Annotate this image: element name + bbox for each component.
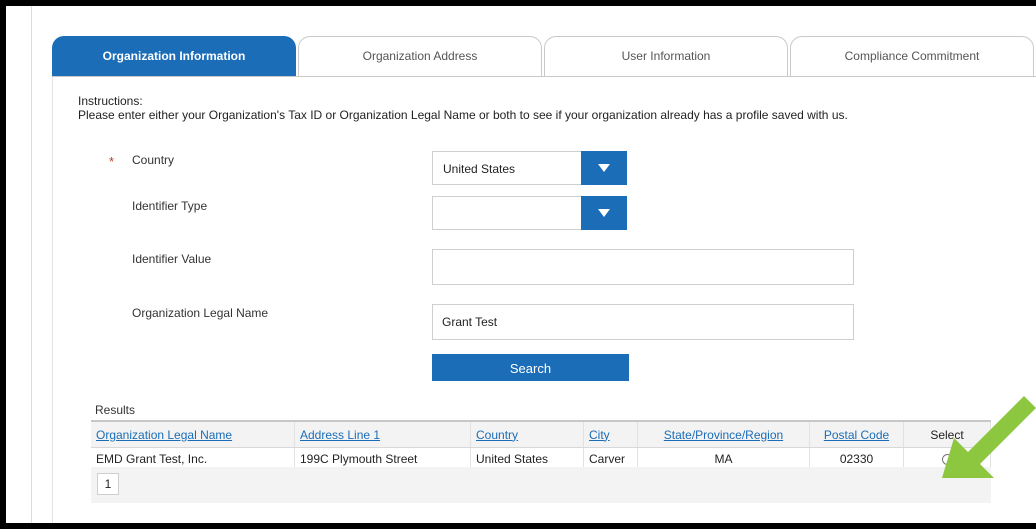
column-header-country[interactable]: Country (470, 420, 584, 448)
country-select[interactable]: United States (432, 151, 627, 185)
results-table: Organization Legal Name Address Line 1 C… (91, 420, 991, 470)
triangle-down-icon (598, 209, 610, 217)
instructions: Instructions: Please enter either your O… (78, 94, 848, 122)
tab-organization-information[interactable]: Organization Information (52, 36, 296, 76)
column-header-address[interactable]: Address Line 1 (294, 420, 471, 448)
page-button[interactable]: 1 (97, 473, 119, 495)
column-header-legal-name[interactable]: Organization Legal Name (91, 420, 295, 448)
column-header-city[interactable]: City (583, 420, 638, 448)
pagination-bar: 1 (91, 467, 991, 503)
sort-link-postal-code[interactable]: Postal Code (824, 428, 889, 442)
identifier-type-select[interactable] (432, 196, 627, 230)
column-header-state[interactable]: State/Province/Region (637, 420, 810, 448)
identifier-value-label: Identifier Value (132, 252, 212, 266)
left-divider (31, 6, 32, 523)
search-button[interactable]: Search (432, 354, 629, 381)
identifier-value-input[interactable] (432, 249, 854, 285)
column-header-postal-code[interactable]: Postal Code (809, 420, 904, 448)
sort-link-state[interactable]: State/Province/Region (664, 428, 783, 442)
required-marker: * (109, 154, 115, 169)
app-frame: Organization Information Organization Ad… (6, 6, 1036, 523)
legal-name-label: Organization Legal Name (132, 306, 269, 320)
identifier-type-dropdown-button[interactable] (581, 196, 627, 230)
sort-link-legal-name[interactable]: Organization Legal Name (96, 428, 232, 442)
country-label: Country (132, 153, 175, 167)
annotation-arrow-icon (942, 396, 1036, 478)
legal-name-input[interactable] (432, 304, 854, 340)
tab-user-information[interactable]: User Information (544, 36, 788, 76)
country-select-value: United States (443, 162, 516, 176)
results-header-row: Organization Legal Name Address Line 1 C… (91, 420, 991, 448)
sort-link-address[interactable]: Address Line 1 (300, 428, 380, 442)
results-label: Results (95, 403, 136, 417)
instructions-heading: Instructions: (78, 94, 143, 108)
triangle-down-icon (598, 164, 610, 172)
tab-organization-address[interactable]: Organization Address (298, 36, 542, 76)
identifier-type-label: Identifier Type (132, 199, 208, 213)
country-dropdown-button[interactable] (581, 151, 627, 185)
tab-compliance-commitment[interactable]: Compliance Commitment (790, 36, 1034, 76)
instructions-text: Please enter either your Organization's … (78, 108, 848, 122)
sort-link-city[interactable]: City (589, 428, 610, 442)
sort-link-country[interactable]: Country (476, 428, 518, 442)
tab-bar: Organization Information Organization Ad… (52, 36, 1036, 77)
